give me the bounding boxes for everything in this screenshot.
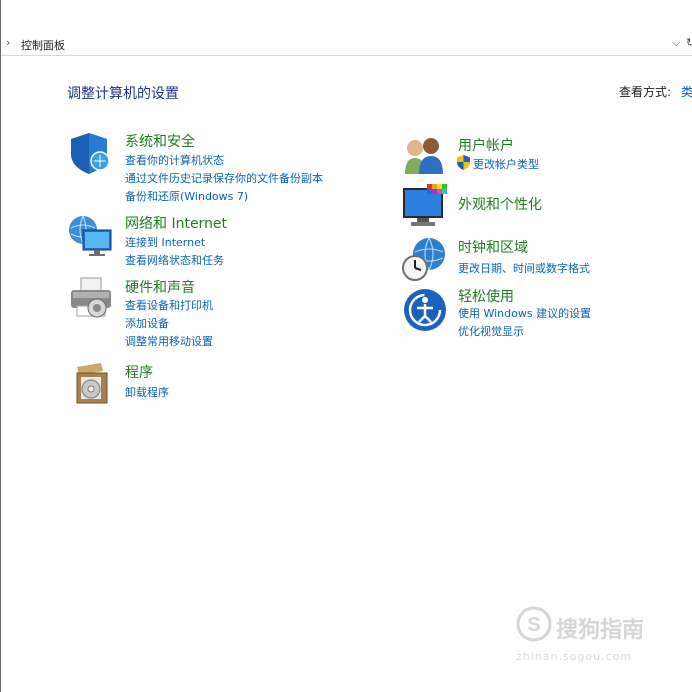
- link-file-history[interactable]: 通过文件历史记录保存你的文件备份副本: [125, 170, 323, 186]
- refresh-icon[interactable]: ↻: [686, 36, 692, 49]
- link-view-computer-status[interactable]: 查看你的计算机状态: [125, 152, 224, 168]
- link-change-account-type[interactable]: 更改帐户类型: [473, 156, 539, 172]
- watermark-text: 搜狗指南: [556, 618, 645, 643]
- link-devices-printers[interactable]: 查看设备和打印机: [125, 297, 213, 313]
- window-top-bar: [1, 0, 692, 34]
- link-add-device[interactable]: 添加设备: [125, 315, 169, 331]
- page-title: 调整计算机的设置: [67, 86, 179, 102]
- shield-icon[interactable]: [67, 130, 115, 178]
- category-title-user-accounts[interactable]: 用户帐户: [458, 135, 514, 155]
- category-title-network-internet[interactable]: 网络和 Internet: [125, 213, 227, 233]
- link-mobility-settings[interactable]: 调整常用移动设置: [125, 333, 213, 349]
- view-by: 查看方式: 类别: [619, 83, 692, 100]
- link-windows-recommended-settings[interactable]: 使用 Windows 建议的设置: [458, 305, 591, 321]
- breadcrumb-control-panel[interactable]: 控制面板: [21, 37, 65, 53]
- view-by-dropdown[interactable]: 类别: [681, 85, 692, 99]
- breadcrumb-chevron-icon[interactable]: ›: [6, 36, 10, 49]
- svg-text:S: S: [527, 614, 540, 636]
- link-connect-internet[interactable]: 连接到 Internet: [125, 234, 205, 250]
- printer-icon[interactable]: [67, 276, 115, 324]
- category-title-programs[interactable]: 程序: [125, 362, 153, 382]
- clock-globe-icon[interactable]: [401, 236, 449, 284]
- link-network-status[interactable]: 查看网络状态和任务: [125, 252, 224, 268]
- ease-of-access-icon[interactable]: [401, 286, 449, 334]
- link-optimize-visual-display[interactable]: 优化视觉显示: [458, 323, 524, 339]
- link-backup-restore[interactable]: 备份和还原(Windows 7): [125, 188, 248, 204]
- category-title-ease-of-access[interactable]: 轻松使用: [458, 286, 514, 306]
- watermark-url: zhinan.sogou.com: [516, 650, 633, 663]
- display-palette-icon[interactable]: [401, 184, 449, 232]
- uac-shield-icon: [457, 155, 470, 170]
- address-dropdown-icon[interactable]: ⌵: [672, 36, 680, 50]
- users-icon[interactable]: [401, 134, 449, 182]
- link-uninstall-program[interactable]: 卸载程序: [125, 384, 169, 400]
- category-title-hardware-sound[interactable]: 硬件和声音: [125, 277, 195, 297]
- address-bar[interactable]: › 控制面板 ⌵ ↻: [1, 33, 692, 56]
- network-globe-icon[interactable]: [67, 212, 115, 260]
- category-title-system-security[interactable]: 系统和安全: [125, 131, 195, 151]
- category-title-clock-region[interactable]: 时钟和区域: [458, 237, 528, 257]
- sogou-logo-icon: S: [516, 606, 552, 642]
- programs-box-icon[interactable]: [67, 361, 115, 409]
- watermark: S 搜狗指南 zhinan.sogou.com: [516, 604, 676, 664]
- link-date-time-format[interactable]: 更改日期、时间或数字格式: [458, 260, 590, 276]
- category-title-appearance[interactable]: 外观和个性化: [458, 194, 542, 214]
- view-by-label: 查看方式:: [619, 85, 672, 99]
